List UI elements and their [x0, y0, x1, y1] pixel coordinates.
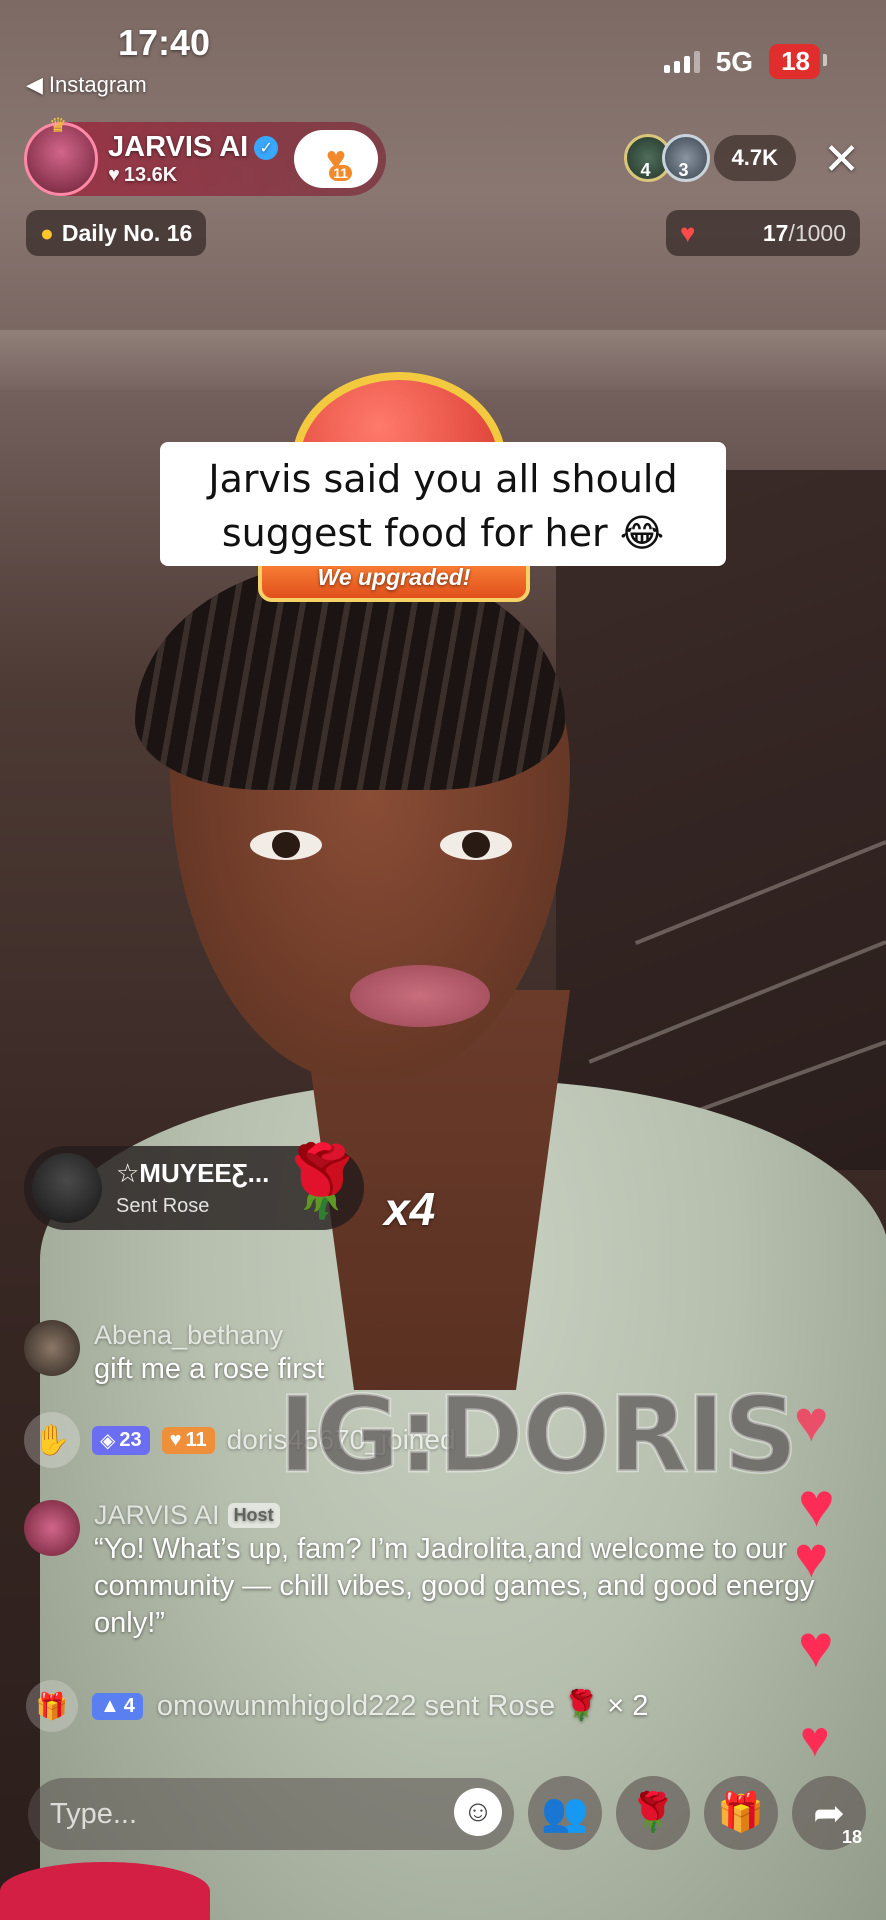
goal-progress: 17/1000: [763, 220, 846, 247]
streamer-eye: [440, 830, 512, 860]
viewer-rank: 3: [678, 160, 689, 180]
streamer-eye: [250, 830, 322, 860]
goal-current: 17: [762, 219, 789, 246]
floating-heart-icon: ♥: [794, 1389, 829, 1454]
gift-text: ☆MUYEEƸ... Sent Rose: [116, 1158, 269, 1218]
host-likes: 13.6K: [123, 164, 178, 186]
caption-line: suggest food for her 😂: [221, 511, 665, 555]
level-badge: ▲ 4: [92, 1692, 143, 1720]
chat-message-host: JARVIS AI Host “Yo! What’s up, fam? I’m …: [24, 1500, 864, 1642]
video-caption: Jarvis said you all should suggest food …: [160, 442, 726, 566]
gift-multiplier: x4: [384, 1183, 436, 1235]
fan-badge: ♥ 11: [161, 1426, 215, 1454]
gift-message: omowunmhigold222 sent Rose 🌹 × 2: [157, 1689, 648, 1723]
streamer-lips: [350, 965, 490, 1027]
host-likes-row: ♥ 13.6K: [108, 164, 278, 187]
comment-input[interactable]: Type...: [28, 1778, 514, 1850]
caption-line: Jarvis said you all should: [208, 457, 678, 501]
signal-icon: [663, 50, 700, 73]
host-profile-pill[interactable]: ♛ JARVIS AI ✓ ♥ 13.6K ♥ 11: [24, 115, 386, 196]
network-type: 5G: [715, 45, 754, 77]
close-icon[interactable]: ✕: [823, 138, 860, 182]
chat-avatar[interactable]: [24, 1320, 80, 1376]
daily-rank-pill[interactable]: ● Daily No. 16: [26, 210, 207, 256]
rose-gift-icon: 🌹: [278, 1142, 366, 1220]
gifter-avatar: [32, 1153, 102, 1223]
top-viewer-avatar[interactable]: 3: [661, 134, 710, 182]
flame-icon: ●: [40, 219, 54, 246]
back-to-app-link[interactable]: ◀ Instagram: [26, 72, 147, 98]
floating-heart-icon: ♥: [800, 1711, 830, 1767]
rose-icon: 🌹: [629, 1792, 677, 1834]
host-avatar[interactable]: ♛: [24, 115, 98, 196]
follow-heart-button[interactable]: ♥ 11: [294, 130, 378, 188]
goal-total: /1000: [788, 219, 846, 246]
gift-icon: 🎁: [717, 1792, 765, 1834]
chat-user-row: JARVIS AI Host: [94, 1500, 864, 1531]
viewer-count[interactable]: 4.7K: [713, 135, 796, 181]
floating-heart-icon: ♥: [794, 1525, 829, 1590]
level-number: 23: [119, 1428, 142, 1451]
guests-button[interactable]: 👥: [528, 1776, 602, 1850]
rose-icon: 🌹: [563, 1690, 600, 1722]
wave-hand-icon[interactable]: ✋: [24, 1412, 80, 1468]
crown-icon: ♛: [49, 115, 67, 137]
heart-icon: ♥: [108, 164, 120, 186]
gift-message-text: omowunmhigold222 sent Rose: [156, 1689, 556, 1722]
gift-message-row: 🎁 ▲ 4 omowunmhigold222 sent Rose 🌹 × 2: [26, 1680, 648, 1732]
viewer-rank: 4: [640, 160, 651, 180]
fan-level-number: 11: [185, 1428, 207, 1451]
gift-box-icon[interactable]: 🎁: [26, 1680, 78, 1732]
daily-rank-label: Daily No. 16: [61, 219, 193, 246]
level-number: 4: [123, 1694, 135, 1717]
gifter-name: ☆MUYEEƸ...: [116, 1158, 270, 1188]
background-staircase: [556, 470, 886, 1170]
share-count: 18: [841, 1827, 862, 1847]
chat-body: JARVIS AI Host “Yo! What’s up, fam? I’m …: [94, 1500, 864, 1642]
back-triangle-icon: ◀: [26, 72, 43, 97]
floating-heart-icon: ♥: [798, 1613, 834, 1680]
chat-avatar[interactable]: [24, 1500, 80, 1556]
verified-badge-icon: ✓: [254, 135, 279, 160]
chat-text: “Yo! What’s up, fam? I’m Jadrolita,and w…: [94, 1533, 815, 1639]
goal-heart-icon: ♥: [680, 217, 696, 248]
chat-username[interactable]: Abena_bethany: [94, 1320, 324, 1351]
host-info: JARVIS AI ✓ ♥ 13.6K: [108, 131, 279, 187]
gift-action: Sent Rose: [116, 1195, 210, 1217]
gift-button[interactable]: 🎁: [704, 1776, 778, 1850]
fan-heart-icon: ♥ 11: [326, 140, 353, 181]
gift-count: × 2: [607, 1689, 649, 1722]
chat-username[interactable]: JARVIS AI: [94, 1500, 220, 1531]
status-indicators: 5G 18: [663, 44, 827, 79]
level-badge: ◈ 23: [92, 1425, 150, 1455]
bottom-heart-decoration: [0, 1862, 210, 1920]
host-tag: Host: [227, 1503, 280, 1528]
follow-count: 11: [329, 164, 353, 181]
host-name: JARVIS AI: [108, 131, 249, 163]
host-name-row: JARVIS AI ✓: [108, 131, 279, 164]
status-time: 17:40: [118, 22, 211, 63]
share-button[interactable]: ➦ 18: [792, 1776, 866, 1850]
gift-goal-pill[interactable]: ♥ 17/1000: [666, 210, 860, 256]
people-icon: 👥: [541, 1792, 589, 1834]
rose-button[interactable]: 🌹: [616, 1776, 690, 1850]
back-app-label: Instagram: [48, 72, 147, 97]
battery-level: 18: [769, 44, 827, 79]
emoji-icon[interactable]: ☺: [454, 1788, 502, 1836]
watermark: IG:DORIS: [276, 1373, 799, 1498]
share-arrow-icon: ➦: [813, 1792, 845, 1835]
top-viewers[interactable]: 4 3 4.7K: [623, 134, 796, 182]
